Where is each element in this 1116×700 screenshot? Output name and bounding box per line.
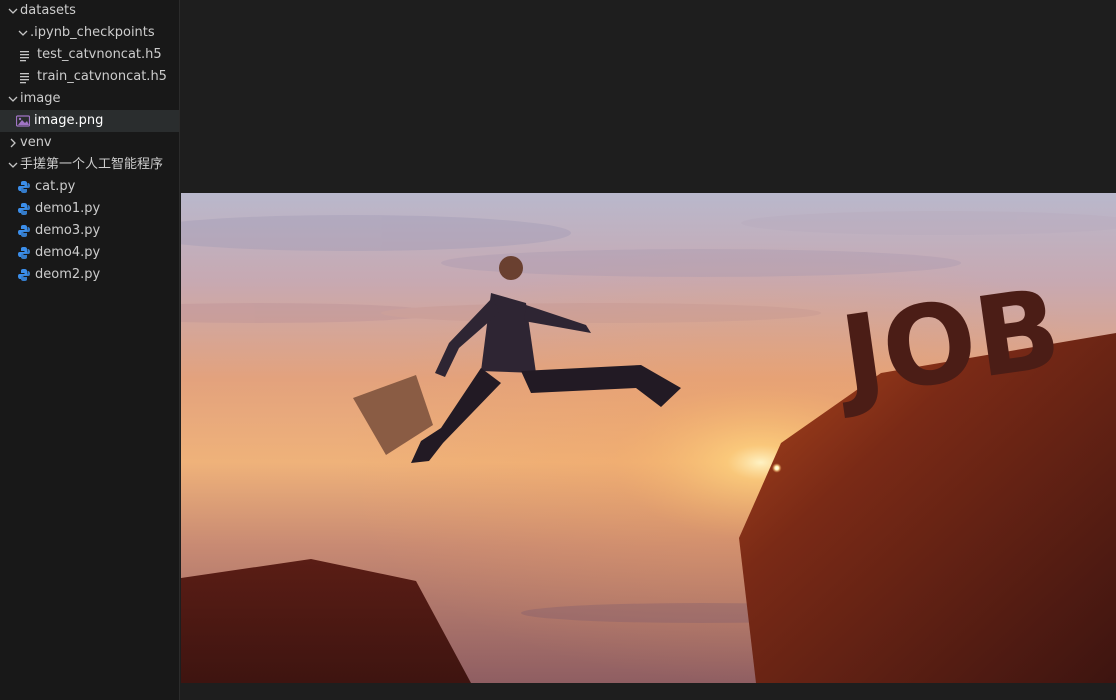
text-file-icon xyxy=(19,48,33,62)
tree-file-demo1-py[interactable]: demo1.py xyxy=(0,198,179,220)
text-file-icon xyxy=(19,70,33,84)
tree-folder-datasets[interactable]: datasets xyxy=(0,0,179,22)
image-preview: JOB xyxy=(181,193,1116,683)
tree-file-train-catvnoncat[interactable]: train_catvnoncat.h5 xyxy=(0,66,179,88)
tree-item-label: venv xyxy=(20,135,52,150)
tree-item-label: .ipynb_checkpoints xyxy=(30,25,155,40)
chevron-down-icon xyxy=(6,154,20,176)
tree-item-label: demo4.py xyxy=(35,245,101,260)
image-editor-area: JOB xyxy=(181,0,1116,700)
tree-item-label: demo3.py xyxy=(35,223,101,238)
python-file-icon xyxy=(17,180,31,194)
tree-item-label: image.png xyxy=(34,113,104,128)
tree-item-label: deom2.py xyxy=(35,267,101,282)
image-file-icon xyxy=(16,114,30,128)
tree-file-image-png[interactable]: image.png xyxy=(0,110,179,132)
chevron-down-icon xyxy=(6,0,20,22)
chevron-down-icon xyxy=(16,22,30,44)
image-preview-canvas: JOB xyxy=(181,193,1116,683)
tree-folder-ipynb-checkpoints[interactable]: .ipynb_checkpoints xyxy=(0,22,179,44)
python-file-icon xyxy=(17,224,31,238)
tree-file-test-catvnoncat[interactable]: test_catvnoncat.h5 xyxy=(0,44,179,66)
tree-item-label: cat.py xyxy=(35,179,76,194)
tree-item-label: datasets xyxy=(20,3,76,18)
tree-item-label: 手搓第一个人工智能程序 xyxy=(20,157,164,172)
explorer-sidebar: datasets .ipynb_checkpoints test_catvnon… xyxy=(0,0,180,700)
sun-flare xyxy=(739,435,799,495)
tree-folder-image[interactable]: image xyxy=(0,88,179,110)
tree-file-demo3-py[interactable]: demo3.py xyxy=(0,220,179,242)
tree-item-label: image xyxy=(20,91,61,106)
chevron-down-icon xyxy=(6,88,20,110)
tree-folder-project[interactable]: 手搓第一个人工智能程序 xyxy=(0,154,179,176)
python-file-icon xyxy=(17,246,31,260)
python-file-icon xyxy=(17,202,31,216)
chevron-right-icon xyxy=(6,132,20,154)
tree-item-label: test_catvnoncat.h5 xyxy=(37,47,162,62)
tree-file-cat-py[interactable]: cat.py xyxy=(0,176,179,198)
tree-file-deom2-py[interactable]: deom2.py xyxy=(0,264,179,286)
vscode-window: datasets .ipynb_checkpoints test_catvnon… xyxy=(0,0,1116,700)
python-file-icon xyxy=(17,268,31,282)
tree-file-demo4-py[interactable]: demo4.py xyxy=(0,242,179,264)
tree-folder-venv[interactable]: venv xyxy=(0,132,179,154)
tree-item-label: train_catvnoncat.h5 xyxy=(37,69,167,84)
tree-item-label: demo1.py xyxy=(35,201,101,216)
